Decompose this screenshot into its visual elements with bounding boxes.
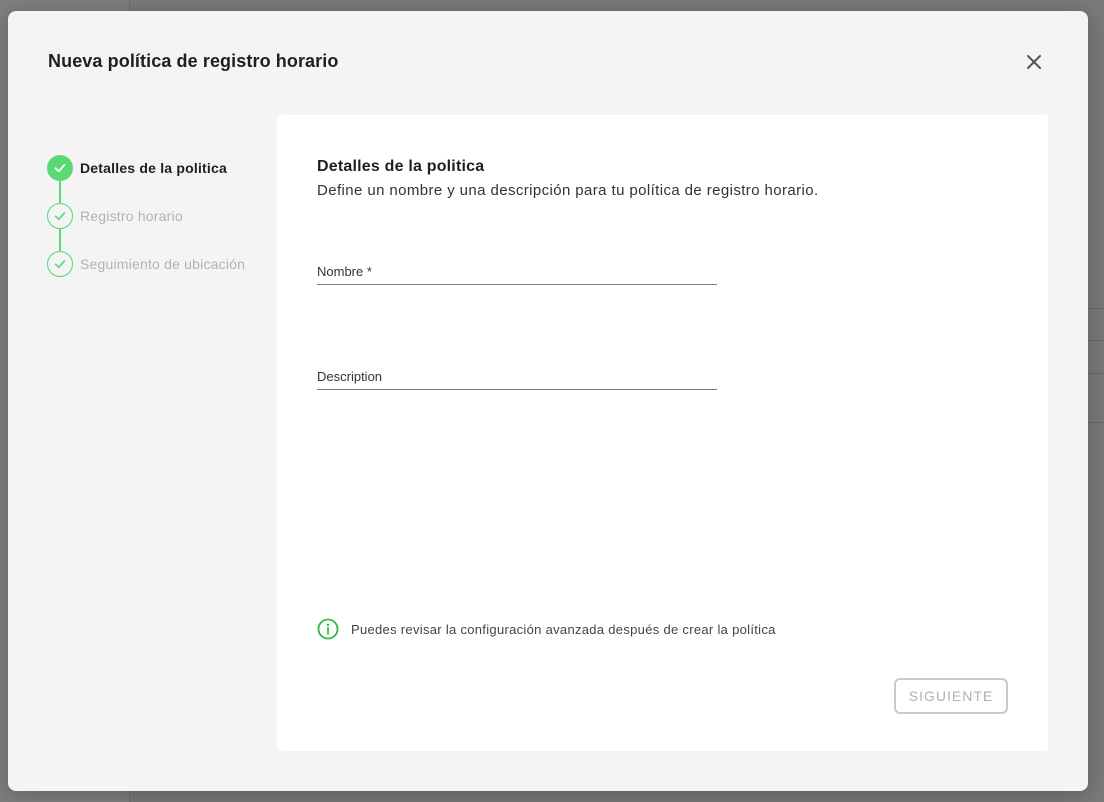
new-policy-dialog: Nueva política de registro horario Detal… — [8, 11, 1088, 791]
step-label: Seguimiento de ubicación — [80, 256, 246, 272]
form-card: Detalles de la politica Define un nombre… — [277, 115, 1048, 751]
description-input[interactable] — [317, 364, 717, 389]
info-icon — [317, 618, 339, 640]
step-label: Detalles de la politica — [80, 160, 227, 176]
next-button[interactable]: SIGUIENTE — [894, 678, 1008, 714]
description-field — [317, 364, 717, 390]
section-title: Detalles de la politica — [317, 158, 485, 175]
info-text: Puedes revisar la configuración avanzada… — [351, 621, 776, 637]
step-connector — [59, 181, 61, 203]
info-note: Puedes revisar la configuración avanzada… — [317, 618, 776, 640]
section-description: Define un nombre y una descripción para … — [317, 182, 819, 199]
step-time-tracking[interactable]: Registro horario — [47, 203, 183, 229]
close-icon — [1027, 55, 1041, 69]
name-input[interactable] — [317, 259, 717, 284]
step-location-tracking[interactable]: Seguimiento de ubicación — [47, 251, 245, 277]
check-icon — [47, 155, 73, 181]
dialog-title: Nueva política de registro horario — [48, 51, 339, 71]
check-icon — [47, 203, 73, 229]
close-button[interactable] — [1023, 51, 1045, 73]
check-icon — [47, 251, 73, 277]
step-policy-details[interactable]: Detalles de la politica — [47, 155, 227, 181]
name-field — [317, 259, 717, 285]
step-label: Registro horario — [80, 208, 183, 224]
step-connector — [59, 229, 61, 251]
